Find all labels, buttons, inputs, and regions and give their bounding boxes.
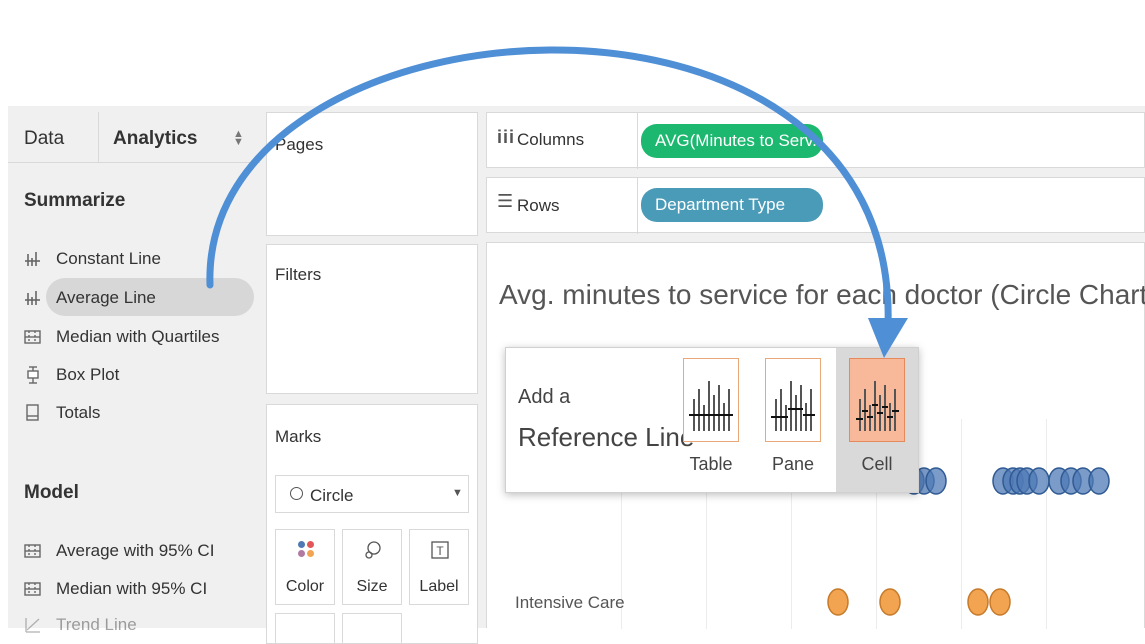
pages-shelf[interactable]: Pages [266,112,478,236]
orange-mark [827,588,849,616]
constant-line-icon [25,252,40,266]
list-item-median-ci[interactable]: Median with 95% CI [24,576,254,602]
rows-pill[interactable]: Department Type [641,188,823,222]
tabs-divider [8,162,260,163]
tooltip-button[interactable] [342,613,402,643]
list-item-label: Average with 95% CI [56,541,215,560]
blue-mark [1088,467,1110,495]
ref-option-label: Table [689,454,733,474]
median-quartiles-icon [24,330,41,344]
filters-shelf[interactable]: Filters [266,244,478,394]
list-item-label: Median with Quartiles [56,327,220,346]
summarize-heading: Summarize [24,190,126,211]
average-line-icon [25,291,40,305]
tab-data-label: Data [24,128,65,149]
color-button[interactable]: Color [275,529,335,605]
ref-option-cell[interactable]: Cell [844,358,910,482]
filters-label: Filters [275,265,322,284]
marks-card: Marks Circle ▼ Color Size T Label [266,404,478,644]
tab-analytics[interactable]: Analytics ▲ ▼ [99,112,259,162]
label-label: Label [419,578,459,595]
list-item-label: Totals [56,403,101,422]
ref-option-table[interactable]: Table [678,358,744,482]
left-pane: Data Analytics ▲ ▼ Summarize Constant Lin… [8,106,260,634]
list-item-label: Average Line [56,288,156,307]
columns-shelf[interactable]: iii Columns AVG(Minutes to Serv.. [486,112,1145,169]
average-ci-icon [24,544,41,558]
list-item-average-ci[interactable]: Average with 95% CI [24,538,254,564]
label-icon: T [431,541,449,559]
list-item-label: Trend Line [56,615,137,634]
rows-shelf[interactable]: ☰ Rows Department Type [486,177,1145,234]
orange-mark [967,588,989,616]
marks-label: Marks [275,427,322,446]
shelf-divider [637,178,638,234]
orange-mark [989,588,1011,616]
list-item-box-plot[interactable]: Box Plot [24,362,254,388]
middle-pane: Pages Filters Marks Circle ▼ Color Size … [260,106,482,644]
chevron-down-icon: ▼ [452,487,463,499]
list-item-average-line[interactable]: Average Line [24,285,254,311]
mark-type-value: Circle [310,486,354,505]
columns-label: Columns [517,130,585,149]
list-item-constant-line[interactable]: Constant Line [24,246,254,272]
list-item-label: Median with 95% CI [56,579,208,598]
detail-button[interactable] [275,613,335,643]
size-label: Size [356,578,388,595]
pane-scope-icon [765,358,821,442]
size-icon [365,541,381,559]
shelf-divider [637,113,638,169]
circle-icon [290,487,303,500]
blue-mark [1028,467,1050,495]
color-label: Color [285,578,325,595]
orange-mark [879,588,901,616]
list-item-trend-line[interactable]: Trend Line [24,612,254,638]
table-scope-icon [683,358,739,442]
rows-icon: ☰ [497,191,514,211]
columns-pill[interactable]: AVG(Minutes to Serv.. [641,124,823,158]
model-heading: Model [24,482,79,503]
sort-arrows-icon[interactable]: ▲ ▼ [233,129,244,148]
ref-option-label: Pane [771,454,815,474]
label-button[interactable]: T Label [409,529,469,605]
ref-option-label: Cell [861,454,893,474]
cell-scope-icon [849,358,905,442]
list-item-label: Box Plot [56,365,120,384]
popup-line1: Add a [518,386,571,408]
list-item-median-quartiles[interactable]: Median with Quartiles [24,324,254,350]
trend-line-icon [25,618,40,633]
reference-line-popup[interactable]: Add a Reference Line Table Pane Cell [505,347,919,493]
popup-line2: Reference Line [518,422,695,452]
orange-marks [827,588,1011,616]
tab-analytics-label: Analytics [113,128,198,149]
list-item-label: Constant Line [56,249,161,268]
totals-icon [26,404,39,421]
pages-label: Pages [275,135,324,154]
svg-text:T: T [436,544,444,558]
median-ci-icon [24,582,41,596]
columns-icon: iii [497,127,516,147]
mark-type-dropdown[interactable]: Circle ▼ [275,475,469,513]
box-plot-icon [27,366,39,384]
color-icon [298,541,314,557]
rows-label: Rows [517,196,560,215]
size-button[interactable]: Size [342,529,402,605]
blue-mark [925,467,947,495]
blue-marks [903,467,1110,495]
list-item-totals[interactable]: Totals [24,400,254,426]
tab-data[interactable]: Data [8,112,99,162]
ref-option-pane[interactable]: Pane [760,358,826,482]
